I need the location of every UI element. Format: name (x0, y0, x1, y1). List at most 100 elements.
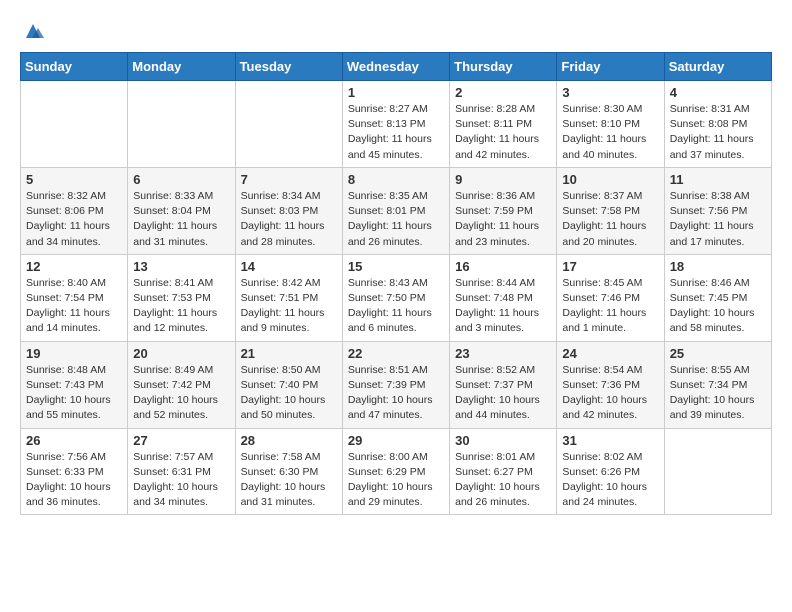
day-info: Sunrise: 7:56 AMSunset: 6:33 PMDaylight:… (26, 450, 122, 511)
day-number: 26 (26, 433, 122, 448)
logo (20, 20, 44, 36)
day-info: Sunrise: 8:50 AMSunset: 7:40 PMDaylight:… (241, 363, 337, 424)
calendar-cell: 21 Sunrise: 8:50 AMSunset: 7:40 PMDayligh… (235, 341, 342, 428)
day-info: Sunrise: 8:30 AMSunset: 8:10 PMDaylight:… (562, 102, 658, 163)
day-info: Sunrise: 8:38 AMSunset: 7:56 PMDaylight:… (670, 189, 766, 250)
day-info: Sunrise: 8:46 AMSunset: 7:45 PMDaylight:… (670, 276, 766, 337)
day-number: 22 (348, 346, 444, 361)
calendar-cell: 3 Sunrise: 8:30 AMSunset: 8:10 PMDaylight… (557, 81, 664, 168)
calendar-cell: 22 Sunrise: 8:51 AMSunset: 7:39 PMDayligh… (342, 341, 449, 428)
day-number: 11 (670, 172, 766, 187)
day-info: Sunrise: 8:48 AMSunset: 7:43 PMDaylight:… (26, 363, 122, 424)
day-number: 28 (241, 433, 337, 448)
calendar-week-row: 5Sunrise: 8:32 AMSunset: 8:06 PMDaylight… (21, 167, 772, 254)
day-info: Sunrise: 8:36 AMSunset: 7:59 PMDaylight:… (455, 189, 551, 250)
day-info: Sunrise: 8:40 AMSunset: 7:54 PMDaylight:… (26, 276, 122, 337)
day-info: Sunrise: 8:00 AMSunset: 6:29 PMDaylight:… (348, 450, 444, 511)
calendar-cell: 20 Sunrise: 8:49 AMSunset: 7:42 PMDayligh… (128, 341, 235, 428)
day-info: Sunrise: 8:45 AMSunset: 7:46 PMDaylight:… (562, 276, 658, 337)
day-number: 10 (562, 172, 658, 187)
calendar-cell: 10 Sunrise: 8:37 AMSunset: 7:58 PMDayligh… (557, 167, 664, 254)
weekday-header-tuesday: Tuesday (235, 53, 342, 81)
day-number: 21 (241, 346, 337, 361)
calendar-cell: 6 Sunrise: 8:33 AMSunset: 8:04 PMDaylight… (128, 167, 235, 254)
calendar-cell: 15Sunrise: 8:43 AMSunset: 7:50 PMDayligh… (342, 254, 449, 341)
logo-icon (22, 20, 44, 42)
day-info: Sunrise: 8:51 AMSunset: 7:39 PMDaylight:… (348, 363, 444, 424)
day-number: 6 (133, 172, 229, 187)
day-number: 12 (26, 259, 122, 274)
day-info: Sunrise: 8:27 AMSunset: 8:13 PMDaylight:… (348, 102, 444, 163)
weekday-header-thursday: Thursday (450, 53, 557, 81)
day-info: Sunrise: 8:41 AMSunset: 7:53 PMDaylight:… (133, 276, 229, 337)
calendar-cell: 1Sunrise: 8:27 AMSunset: 8:13 PMDaylight… (342, 81, 449, 168)
weekday-header-sunday: Sunday (21, 53, 128, 81)
calendar-cell: 28 Sunrise: 7:58 AMSunset: 6:30 PMDayligh… (235, 428, 342, 515)
day-info: Sunrise: 8:33 AMSunset: 8:04 PMDaylight:… (133, 189, 229, 250)
calendar-week-row: 1Sunrise: 8:27 AMSunset: 8:13 PMDaylight… (21, 81, 772, 168)
day-number: 9 (455, 172, 551, 187)
day-info: Sunrise: 8:02 AMSunset: 6:26 PMDaylight:… (562, 450, 658, 511)
day-info: Sunrise: 7:58 AMSunset: 6:30 PMDaylight:… (241, 450, 337, 511)
day-number: 20 (133, 346, 229, 361)
day-info: Sunrise: 8:44 AMSunset: 7:48 PMDaylight:… (455, 276, 551, 337)
weekday-header-friday: Friday (557, 53, 664, 81)
day-number: 23 (455, 346, 551, 361)
calendar-week-row: 12 Sunrise: 8:40 AMSunset: 7:54 PMDayligh… (21, 254, 772, 341)
calendar-cell: 31 Sunrise: 8:02 AMSunset: 6:26 PMDayligh… (557, 428, 664, 515)
day-number: 7 (241, 172, 337, 187)
weekday-header-row: SundayMondayTuesdayWednesdayThursdayFrid… (21, 53, 772, 81)
weekday-header-wednesday: Wednesday (342, 53, 449, 81)
weekday-header-saturday: Saturday (664, 53, 771, 81)
day-number: 19 (26, 346, 122, 361)
day-number: 8 (348, 172, 444, 187)
calendar-cell: 25 Sunrise: 8:55 AMSunset: 7:34 PMDayligh… (664, 341, 771, 428)
calendar-week-row: 26 Sunrise: 7:56 AMSunset: 6:33 PMDayligh… (21, 428, 772, 515)
calendar-table: SundayMondayTuesdayWednesdayThursdayFrid… (20, 52, 772, 515)
day-info: Sunrise: 8:54 AMSunset: 7:36 PMDaylight:… (562, 363, 658, 424)
day-number: 15 (348, 259, 444, 274)
calendar-cell: 2Sunrise: 8:28 AMSunset: 8:11 PMDaylight… (450, 81, 557, 168)
day-number: 17 (562, 259, 658, 274)
calendar-cell: 24 Sunrise: 8:54 AMSunset: 7:36 PMDayligh… (557, 341, 664, 428)
day-number: 30 (455, 433, 551, 448)
day-number: 16 (455, 259, 551, 274)
day-info: Sunrise: 8:34 AMSunset: 8:03 PMDaylight:… (241, 189, 337, 250)
calendar-cell: 17 Sunrise: 8:45 AMSunset: 7:46 PMDayligh… (557, 254, 664, 341)
day-number: 25 (670, 346, 766, 361)
calendar-cell: 23Sunrise: 8:52 AMSunset: 7:37 PMDayligh… (450, 341, 557, 428)
calendar-cell: 7 Sunrise: 8:34 AMSunset: 8:03 PMDaylight… (235, 167, 342, 254)
day-info: Sunrise: 8:31 AMSunset: 8:08 PMDaylight:… (670, 102, 766, 163)
day-number: 29 (348, 433, 444, 448)
day-number: 31 (562, 433, 658, 448)
day-number: 14 (241, 259, 337, 274)
calendar-cell: 4 Sunrise: 8:31 AMSunset: 8:08 PMDaylight… (664, 81, 771, 168)
day-info: Sunrise: 8:42 AMSunset: 7:51 PMDaylight:… (241, 276, 337, 337)
calendar-week-row: 19 Sunrise: 8:48 AMSunset: 7:43 PMDayligh… (21, 341, 772, 428)
calendar-cell: 29 Sunrise: 8:00 AMSunset: 6:29 PMDayligh… (342, 428, 449, 515)
calendar-cell: 30 Sunrise: 8:01 AMSunset: 6:27 PMDayligh… (450, 428, 557, 515)
day-number: 4 (670, 85, 766, 100)
day-number: 18 (670, 259, 766, 274)
day-info: Sunrise: 8:35 AMSunset: 8:01 PMDaylight:… (348, 189, 444, 250)
calendar-cell (664, 428, 771, 515)
calendar-cell: 16 Sunrise: 8:44 AMSunset: 7:48 PMDayligh… (450, 254, 557, 341)
day-info: Sunrise: 8:55 AMSunset: 7:34 PMDaylight:… (670, 363, 766, 424)
calendar-cell (128, 81, 235, 168)
calendar-cell: 19 Sunrise: 8:48 AMSunset: 7:43 PMDayligh… (21, 341, 128, 428)
day-info: Sunrise: 8:01 AMSunset: 6:27 PMDaylight:… (455, 450, 551, 511)
calendar-cell: 27Sunrise: 7:57 AMSunset: 6:31 PMDayligh… (128, 428, 235, 515)
calendar-cell (21, 81, 128, 168)
page-header (20, 20, 772, 36)
day-number: 13 (133, 259, 229, 274)
calendar-cell: 13 Sunrise: 8:41 AMSunset: 7:53 PMDayligh… (128, 254, 235, 341)
calendar-cell: 9 Sunrise: 8:36 AMSunset: 7:59 PMDaylight… (450, 167, 557, 254)
day-number: 3 (562, 85, 658, 100)
day-number: 24 (562, 346, 658, 361)
day-number: 27 (133, 433, 229, 448)
calendar-cell: 18 Sunrise: 8:46 AMSunset: 7:45 PMDayligh… (664, 254, 771, 341)
day-info: Sunrise: 8:49 AMSunset: 7:42 PMDaylight:… (133, 363, 229, 424)
day-info: Sunrise: 8:37 AMSunset: 7:58 PMDaylight:… (562, 189, 658, 250)
day-number: 2 (455, 85, 551, 100)
calendar-cell: 11 Sunrise: 8:38 AMSunset: 7:56 PMDayligh… (664, 167, 771, 254)
